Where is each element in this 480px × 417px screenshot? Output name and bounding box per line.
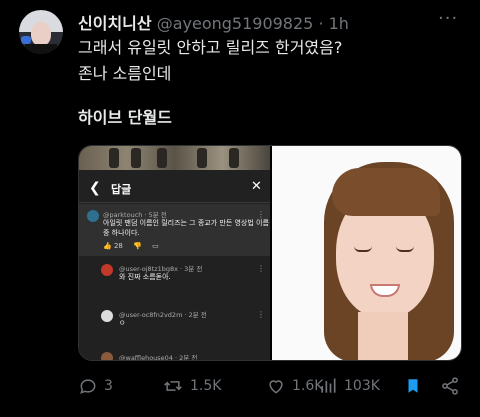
avatar-strap: [25, 44, 57, 54]
views-icon: [321, 378, 336, 393]
back-icon: ❮: [89, 180, 101, 196]
share-button[interactable]: [440, 374, 460, 398]
portrait-neck: [358, 312, 408, 360]
comment-actions: 👍 28 👎 ▭: [103, 242, 159, 250]
comment-avatar: [101, 352, 113, 360]
like-button[interactable]: 1.6K: [266, 374, 323, 398]
display-name[interactable]: 신이치니산: [78, 14, 152, 33]
tweet: 신이치니산 @ayeong51909825 · 1h ··· 그래서 유일릿 안…: [0, 0, 480, 417]
portrait-fringe: [332, 168, 440, 216]
media-grid[interactable]: ❮ 답글 ✕ @parktouch · 5분 전 아일릿 팬덤 이름인 릴리즈는…: [78, 145, 462, 361]
comment-user: @user-oc8fn2vd2m · 2분 전: [119, 311, 207, 319]
thumbs-down-icon: 👎: [133, 242, 142, 250]
tweet-text-line-2: 존나 소름인데: [78, 64, 172, 83]
comment-user: @wafflehouse04 · 2분 전: [119, 354, 198, 361]
avatar-face: [31, 22, 51, 46]
comment-avatar: [87, 210, 99, 222]
comments-header: ❮ 답글 ✕: [79, 176, 270, 202]
user-handle[interactable]: @ayeong51909825: [157, 14, 314, 33]
share-icon: [442, 377, 458, 395]
reply-icon: [80, 379, 96, 394]
retweet-count: 1.5K: [190, 378, 222, 394]
heart-icon: [269, 380, 283, 394]
comment-text: ㅇ: [119, 319, 126, 327]
bookmark-icon: [408, 379, 418, 393]
reply-icon: ▭: [152, 242, 159, 250]
bookmark-button[interactable]: [404, 374, 422, 398]
like-count: 28: [113, 242, 123, 250]
comment-text: 와 진짜 소름돋아.: [119, 273, 171, 281]
comment-text-line-1: 아일릿 팬덤 이름인 릴리즈는 그 종교가 만든 영상법 이름: [103, 219, 269, 227]
timestamp[interactable]: 1h: [329, 14, 349, 33]
retweet-icon: [164, 381, 182, 391]
reply-button[interactable]: 3: [78, 374, 113, 398]
reply-count: 3: [104, 378, 113, 394]
comment-avatar: [101, 310, 113, 322]
comment-text-line-2: 중 하나이다.: [103, 229, 140, 237]
tweet-text-line-3: 하이브 단월드: [78, 108, 172, 127]
close-icon: ✕: [251, 179, 262, 194]
view-count: 103K: [344, 378, 380, 394]
avatar-bow: [21, 36, 31, 44]
comment-more-icon: ⋮: [257, 264, 265, 273]
tweet-header: 신이치니산 @ayeong51909825 · 1h: [78, 10, 349, 34]
comments-title: 답글: [111, 183, 132, 196]
tweet-text-line-1: 그래서 유일릿 안하고 릴리즈 한거였음?: [78, 38, 343, 57]
avatar[interactable]: [19, 10, 63, 54]
divider: [79, 202, 270, 203]
views-button[interactable]: 103K: [318, 374, 380, 398]
media-image-portrait[interactable]: [272, 146, 461, 360]
media-image-comments[interactable]: ❮ 답글 ✕ @parktouch · 5분 전 아일릿 팬덤 이름인 릴리즈는…: [79, 146, 270, 360]
comment-avatar: [101, 264, 113, 276]
comment-more-icon: ⋮: [257, 210, 265, 219]
video-thumbnail-strip: [79, 146, 270, 170]
separator: ·: [318, 14, 324, 33]
comment-more-icon: ⋮: [257, 310, 265, 319]
thumbs-up-icon: 👍: [103, 242, 112, 250]
more-icon[interactable]: ···: [438, 8, 458, 29]
comment-highlighted: @parktouch · 5분 전 아일릿 팬덤 이름인 릴리즈는 그 종교가 …: [79, 204, 270, 256]
retweet-button[interactable]: 1.5K: [162, 374, 221, 398]
action-bar: 3 1.5K 1.6K 103K: [78, 374, 470, 398]
